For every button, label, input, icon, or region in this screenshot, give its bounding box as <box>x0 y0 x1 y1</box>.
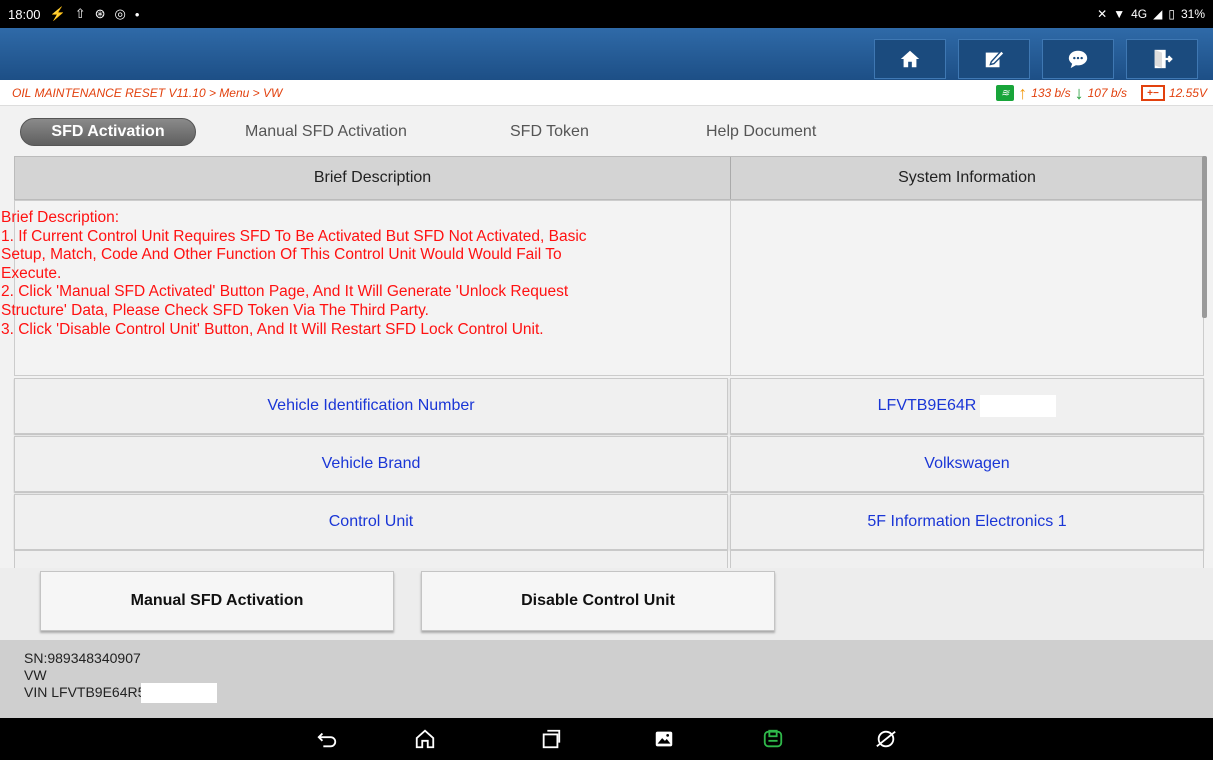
battery-level: 31% <box>1180 7 1205 21</box>
description-line: Structure' Data, Please Check SFD Token … <box>1 301 429 319</box>
description-line: 1. If Current Control Unit Requires SFD … <box>1 227 587 245</box>
vci-button[interactable] <box>760 727 786 751</box>
vci-icon <box>763 729 783 748</box>
battery-icon: ▯ <box>1168 7 1175 21</box>
row-value: 5F Information Electronics 1 <box>730 494 1204 550</box>
wifi-icon: ≋ <box>996 85 1015 101</box>
home-nav-button[interactable] <box>412 727 438 751</box>
action-bar: Manual SFD Activation Disable Control Un… <box>0 568 1213 640</box>
home-button[interactable] <box>874 39 946 79</box>
table-scrollbar[interactable] <box>1202 156 1207 318</box>
description-line: Setup, Match, Code And Other Function Of… <box>1 246 562 264</box>
table-row[interactable]: Vehicle Identification Number LFVTB9E64R <box>14 378 1204 434</box>
browser-icon <box>876 730 896 748</box>
recents-button[interactable] <box>538 727 564 751</box>
system-information-cell <box>745 201 1203 375</box>
exit-icon <box>1154 49 1173 69</box>
signal-icon: ◢ <box>1153 7 1163 21</box>
vin-line: VIN LFVTB9E64R5 <box>24 683 1213 703</box>
upload-speed: 133 b/s <box>1031 86 1071 100</box>
notification-dot: • <box>134 6 140 22</box>
redaction-box <box>141 683 218 703</box>
header-brief-description: Brief Description <box>15 157 731 199</box>
table-row[interactable]: Control Unit 5F Information Electronics … <box>14 494 1204 550</box>
brief-description-text: Brief Description: 1. If Current Control… <box>1 201 731 375</box>
description-line: Brief Description: <box>1 209 120 226</box>
disable-control-unit-button[interactable]: Disable Control Unit <box>421 571 775 631</box>
table-row[interactable]: Vehicle Brand Volkswagen <box>14 436 1204 492</box>
gallery-icon <box>655 731 673 747</box>
vehicle-make: VW <box>24 666 47 683</box>
whatsapp-icon: ◎ <box>114 6 126 21</box>
row-label: Vehicle Brand <box>14 436 728 492</box>
table-header: Brief Description System Information <box>14 156 1204 200</box>
tab-bar: SFD Activation Manual SFD Activation SFD… <box>0 106 1213 156</box>
back-icon <box>317 732 337 748</box>
description-line: Execute. <box>1 264 62 282</box>
description-row: Brief Description: 1. If Current Control… <box>1 200 1204 376</box>
download-arrow-icon: ↓ <box>1074 82 1084 103</box>
breadcrumb-path: OIL MAINTENANCE RESET V11.10 > Menu > VW <box>12 85 283 100</box>
row-value: LFVTB9E64R <box>730 378 1204 434</box>
exit-button[interactable] <box>1126 39 1198 79</box>
settings-icon: ⊛ <box>94 6 106 21</box>
connection-status: ≋ ↑ 133 b/s ↓ 107 b/s +− 12.55V <box>996 82 1207 104</box>
tab-help-document[interactable]: Help Document <box>706 118 816 146</box>
description-line: 3. Click 'Disable Control Unit' Button, … <box>1 320 544 338</box>
home-icon <box>415 729 435 749</box>
row-label: Vehicle Identification Number <box>14 378 728 434</box>
chat-button[interactable] <box>1042 39 1114 79</box>
chat-icon <box>1068 50 1088 69</box>
status-bar: 18:00 ⚡ ⇧ ⊛ ◎ • ✕ ▼ 4G ◢ ▯ 31% <box>0 0 1213 28</box>
tab-manual-sfd-activation[interactable]: Manual SFD Activation <box>245 118 407 146</box>
voltage: 12.55V <box>1168 86 1207 100</box>
upload-arrow-icon: ↑ <box>1018 82 1028 103</box>
download-speed: 107 b/s <box>1087 86 1127 100</box>
vehicle-info-footer: SN:989348340907 VW VIN LFVTB9E64R5 <box>0 640 1213 718</box>
usb-icon: ⚡ <box>49 6 66 21</box>
row-label: Control Unit <box>14 494 728 550</box>
wifi-signal-icon: ▼ <box>1113 7 1126 21</box>
top-toolbar <box>0 28 1213 80</box>
footer-vin: VIN LFVTB9E64R5 <box>24 684 146 700</box>
row-value: Volkswagen <box>730 436 1204 492</box>
recents-icon <box>542 729 561 749</box>
vin-value: LFVTB9E64R <box>877 397 977 414</box>
back-button[interactable] <box>314 727 340 751</box>
edit-icon <box>985 49 1005 68</box>
table-row-partial <box>14 550 1204 568</box>
redaction-box <box>980 395 1057 417</box>
home-icon <box>900 50 920 68</box>
browser-button[interactable] <box>873 727 899 751</box>
navigation-bar <box>0 718 1213 760</box>
description-line: 2. Click 'Manual SFD Activated' Button P… <box>1 283 569 301</box>
serial-number: SN:989348340907 <box>24 650 141 666</box>
header-system-information: System Information <box>898 169 1036 186</box>
network-type: 4G <box>1131 7 1148 21</box>
tab-sfd-token[interactable]: SFD Token <box>510 118 589 146</box>
upload-icon: ⇧ <box>74 6 86 21</box>
app-screen: 18:00 ⚡ ⇧ ⊛ ◎ • ✕ ▼ 4G ◢ ▯ 31% OIL MAINT… <box>0 0 1213 760</box>
car-battery-icon: +− <box>1140 85 1165 101</box>
tab-sfd-activation[interactable]: SFD Activation <box>20 118 196 146</box>
gallery-button[interactable] <box>651 727 677 751</box>
clock: 18:00 <box>8 6 41 22</box>
edit-button[interactable] <box>958 39 1030 79</box>
mute-icon: ✕ <box>1097 7 1108 21</box>
manual-sfd-activation-button[interactable]: Manual SFD Activation <box>40 571 394 631</box>
